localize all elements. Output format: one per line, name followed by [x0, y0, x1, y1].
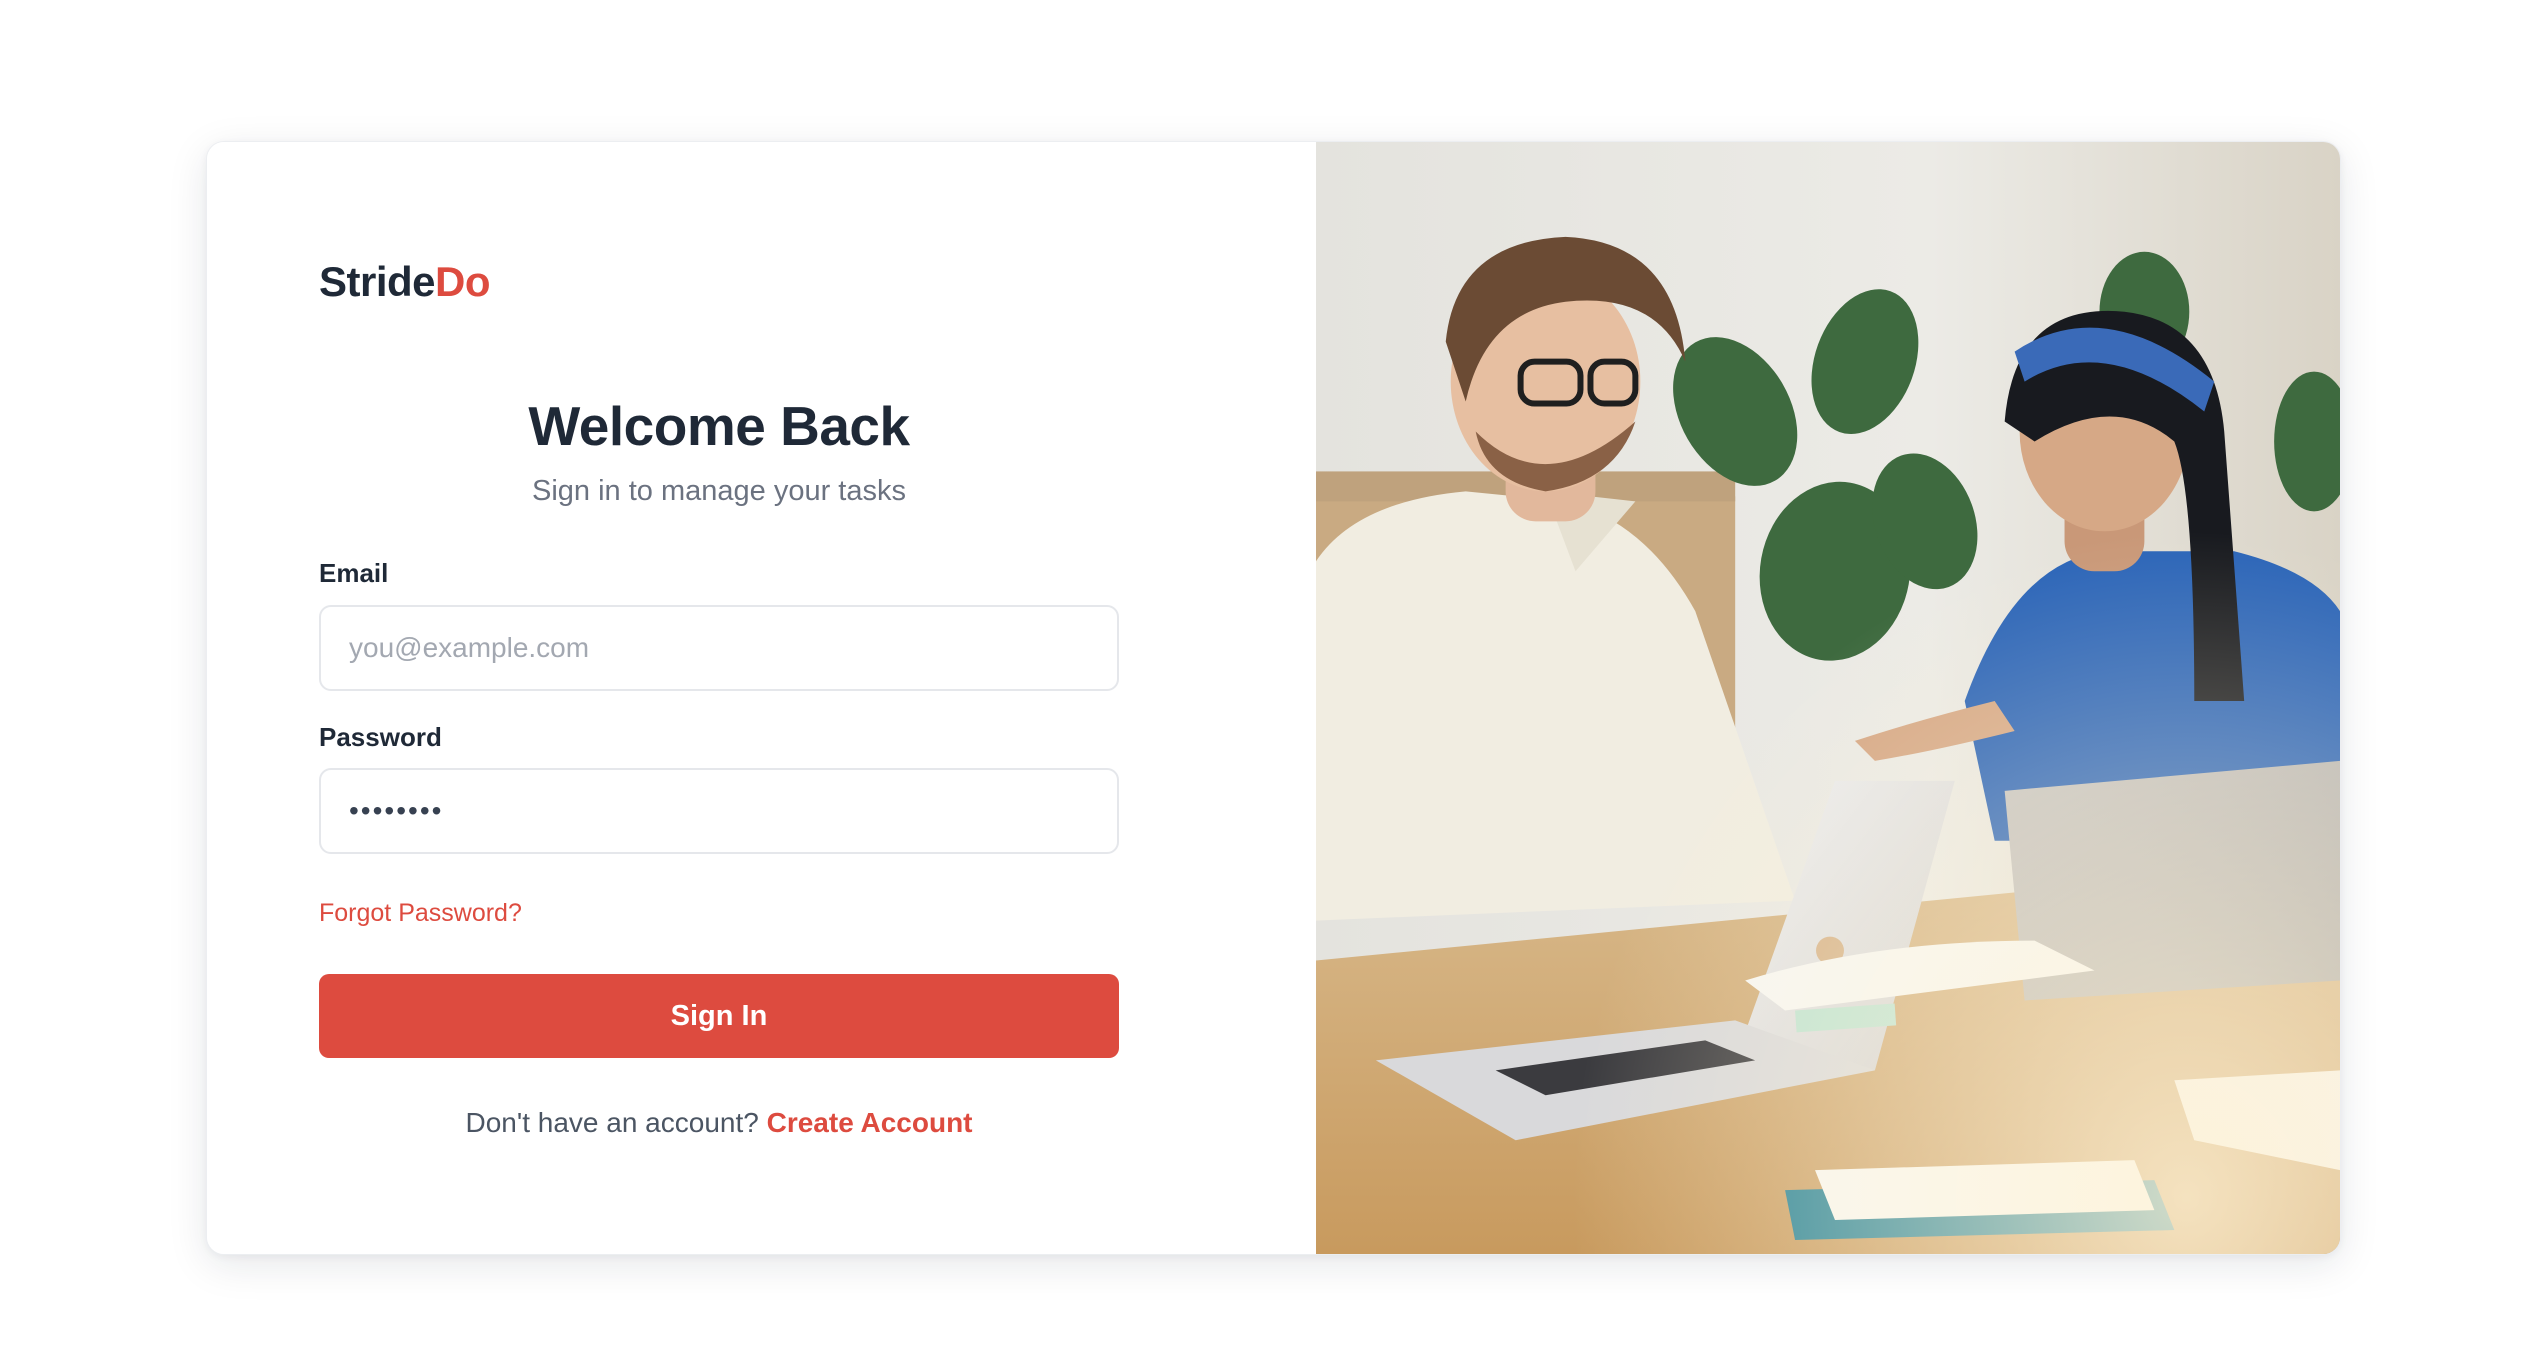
login-panel: StrideDo Welcome Back Sign in to manage …: [207, 142, 1316, 1254]
create-account-link[interactable]: Create Account: [767, 1107, 973, 1138]
password-field[interactable]: [319, 768, 1119, 854]
sign-in-button[interactable]: Sign In: [319, 974, 1119, 1058]
forgot-password-link[interactable]: Forgot Password?: [319, 899, 522, 928]
team-collaboration-photo-icon: [1316, 142, 2340, 1254]
brand-name-accent: Do: [435, 258, 491, 305]
signup-prompt: Don't have an account? Create Account: [319, 1107, 1119, 1139]
page-subtitle: Sign in to manage your tasks: [532, 475, 906, 507]
password-label: Password: [319, 722, 442, 752]
brand-logo: StrideDo: [319, 258, 491, 306]
email-field[interactable]: [319, 605, 1119, 691]
email-label: Email: [319, 558, 389, 588]
signup-prompt-text: Don't have an account?: [465, 1107, 759, 1138]
page-title: Welcome Back: [528, 395, 910, 457]
brand-name-primary: Stride: [319, 258, 436, 305]
hero-image: [1316, 142, 2340, 1254]
login-card: StrideDo Welcome Back Sign in to manage …: [206, 141, 2341, 1255]
